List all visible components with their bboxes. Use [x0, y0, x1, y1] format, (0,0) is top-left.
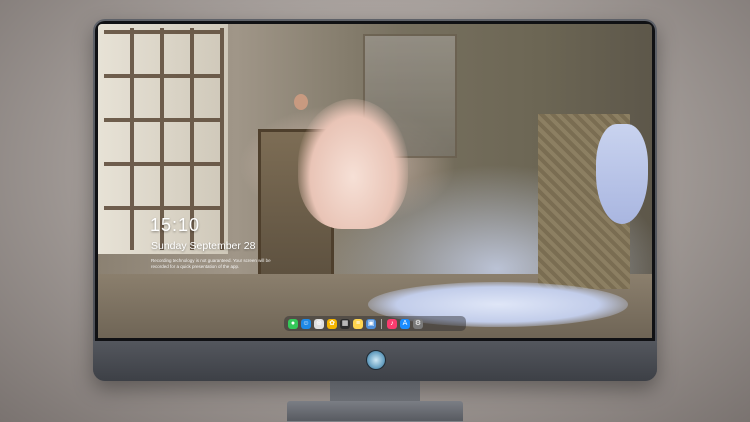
- app-store-icon[interactable]: A: [400, 318, 410, 329]
- lock-screen[interactable]: 15:10 Sunday September 28 Recording tech…: [98, 24, 652, 338]
- lock-screen-date: Sunday September 28: [151, 240, 256, 252]
- monitor-stand-base: [287, 401, 463, 422]
- dock-separator: [381, 318, 382, 329]
- settings-icon[interactable]: ⚙: [413, 318, 423, 329]
- brand-logo-icon: [366, 350, 386, 370]
- finder-icon[interactable]: ☺: [301, 318, 311, 329]
- lock-screen-clock: 15:10: [150, 215, 201, 235]
- clapper-icon[interactable]: ▦: [340, 318, 350, 329]
- lock-screen-notice: Recording technology is not guaranteed. …: [151, 258, 271, 269]
- wallpaper-dancer-head: [294, 94, 308, 110]
- dock: ● ☺ ⊕ ✿ ▦ ≡ ▣ ♪ A ⚙: [284, 316, 466, 331]
- wallpaper-hanging-dress: [596, 124, 648, 224]
- preview-icon[interactable]: ▣: [366, 318, 376, 329]
- music-icon[interactable]: ♪: [387, 318, 397, 329]
- wallpaper-dancer: [298, 99, 408, 229]
- notes-icon[interactable]: ≡: [353, 318, 363, 329]
- safari-icon[interactable]: ⊕: [314, 318, 324, 329]
- photos-icon[interactable]: ✿: [327, 318, 337, 329]
- messages-icon[interactable]: ●: [288, 318, 298, 329]
